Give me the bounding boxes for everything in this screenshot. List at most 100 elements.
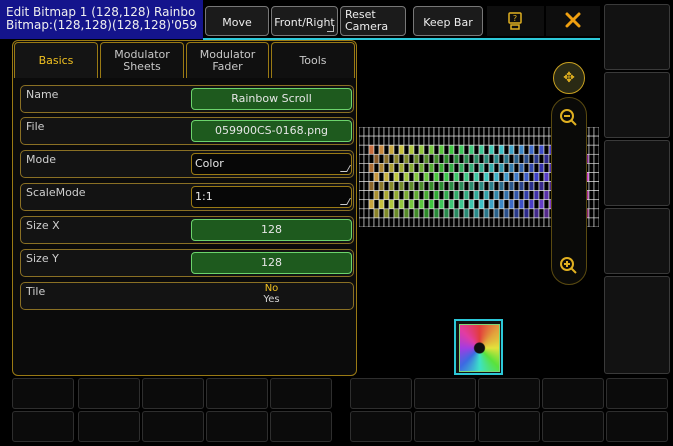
bitmap-cell [473,208,480,219]
name-value-field[interactable]: Rainbow Scroll [191,88,352,110]
tab-tools[interactable]: Tools [271,42,355,78]
bitmap-cell [533,153,540,164]
bitmap-cell [458,172,465,182]
executor-slot[interactable] [542,378,604,409]
bitmap-cell [373,135,380,146]
bitmap-cell [473,181,480,191]
front-right-button[interactable]: Front/Right [271,6,338,36]
bitmap-cell [458,199,465,210]
executor-slot[interactable] [350,411,412,442]
bitmap-cell [588,181,595,191]
help-button[interactable]: ? [487,6,544,36]
bitmap-cell [423,199,430,210]
scalemode-select[interactable]: 1:1 [191,186,352,208]
bitmap-cell [368,199,375,210]
side-slot[interactable] [604,208,670,274]
bitmap-cell [463,199,470,210]
bitmap-cell [393,190,400,201]
bitmap-cell [543,127,550,137]
bitmap-cell [433,190,440,201]
executor-slot[interactable] [606,411,668,442]
bitmap-cell [413,208,420,219]
executor-slot[interactable] [414,378,476,409]
bitmap-cell [398,127,405,137]
bitmap-cell [453,144,460,155]
bitmap-cell [413,127,420,137]
executor-slot[interactable] [478,378,540,409]
bitmap-cell [453,127,460,137]
bitmap-cell [493,190,500,201]
bitmap-cell [378,190,385,201]
bitmap-cell [443,181,450,191]
size-y-field[interactable]: 128 [191,252,352,274]
executor-slot[interactable] [12,411,74,442]
bitmap-cell [408,181,415,191]
bitmap-cell [528,163,535,173]
property-label: Size Y [26,252,59,265]
bitmap-cell [498,127,505,137]
bitmap-cell [483,127,490,137]
size-x-field[interactable]: 128 [191,219,352,241]
keep-bar-button[interactable]: Keep Bar [413,6,483,36]
bitmap-cell [368,163,375,173]
bitmap-cell [488,144,495,155]
executor-slot[interactable] [270,378,332,409]
tab-modulator-sheets[interactable]: Modulator Sheets [100,42,184,78]
bitmap-cell [359,135,365,146]
bitmap-cell [363,127,370,137]
zoom-in-button[interactable] [555,252,583,280]
reset-camera-button[interactable]: Reset Camera [340,6,406,36]
bitmap-cell [428,163,435,173]
tile-option-yes: Yes [263,294,280,305]
bitmap-cell [413,172,420,182]
bitmap-cell [533,163,540,173]
reset-camera-line2: Camera [345,20,389,33]
executor-slot[interactable] [206,411,268,442]
executor-slot[interactable] [542,411,604,442]
executor-slot[interactable] [270,411,332,442]
executor-slot[interactable] [142,411,204,442]
bitmap-cell [538,163,545,173]
executor-slot[interactable] [414,411,476,442]
bitmap-cell [473,144,480,155]
executor-slot[interactable] [350,378,412,409]
pan-button[interactable]: ✥ [553,62,585,94]
move-button[interactable]: Move [205,6,269,36]
executor-slot[interactable] [606,378,668,409]
bitmap-cell [478,199,485,210]
bitmap-cell [528,127,535,137]
bitmap-thumbnail[interactable] [454,319,503,375]
executor-slot[interactable] [206,378,268,409]
side-slot[interactable] [604,276,670,374]
bitmap-cell [513,144,520,155]
executor-slot[interactable] [142,378,204,409]
bitmap-cell [588,199,595,210]
bitmap-cell [423,153,430,164]
bitmap-cell [463,127,470,137]
front-right-button-label: Front/Right [274,16,335,29]
zoom-out-button[interactable] [555,104,583,132]
bitmap-cell [453,199,460,210]
tile-toggle[interactable]: No Yes [191,283,352,305]
executor-slot[interactable] [78,378,140,409]
bitmap-cell [373,208,380,219]
bitmap-cell [523,190,530,201]
bitmap-cell [488,199,495,210]
executor-slot[interactable] [78,411,140,442]
file-value-field[interactable]: 059900CS-0168.png [191,120,352,142]
side-slot[interactable] [604,140,670,206]
side-slot[interactable] [604,4,670,70]
close-button[interactable] [546,6,600,36]
bitmap-cell [438,208,445,219]
bitmap-cell [363,208,370,219]
bitmap-cell [518,127,525,137]
executor-slot[interactable] [478,411,540,442]
bitmap-cell [408,190,415,201]
tab-basics[interactable]: Basics [14,42,98,78]
side-slot[interactable] [604,72,670,138]
tab-modulator-fader[interactable]: Modulator Fader [186,42,269,78]
bitmap-cell [403,181,410,191]
executor-slot[interactable] [12,378,74,409]
mode-select[interactable]: Color [191,153,352,175]
bitmap-cell [503,144,510,155]
